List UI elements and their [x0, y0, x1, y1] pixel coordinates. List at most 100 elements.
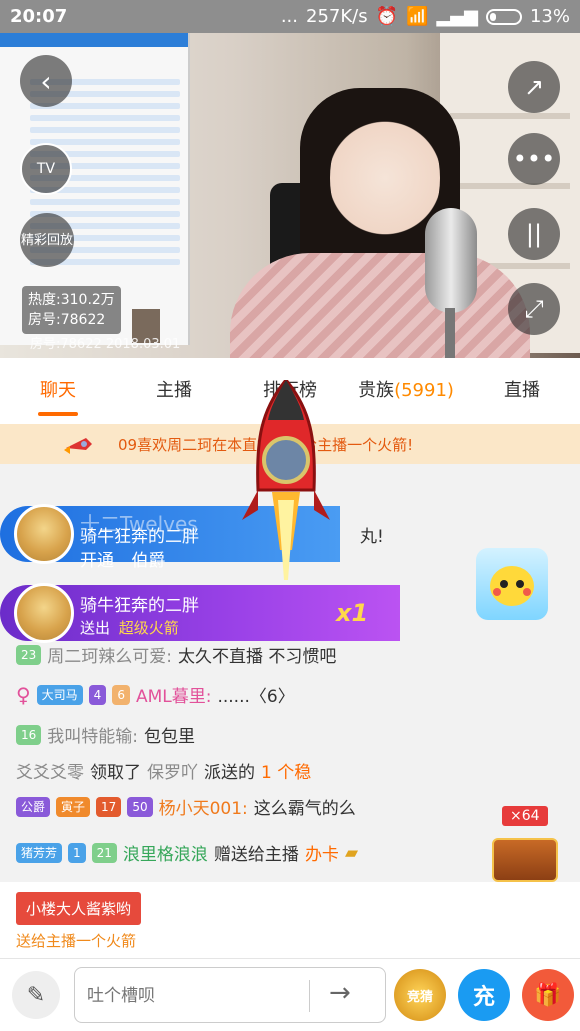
chat-message: 猪芳芳 1 21 浪里格浪浪 赠送给主播 办卡 ▰	[16, 840, 358, 865]
input-divider	[309, 980, 310, 1012]
chat-user[interactable]: 浪里格浪浪	[123, 840, 208, 865]
more-button[interactable]: •••	[508, 133, 560, 185]
replay-button[interactable]: 精彩回放	[20, 213, 74, 267]
battery-percent: 13%	[529, 6, 570, 27]
chat-user[interactable]: AML暮里:	[136, 682, 212, 707]
chat-input[interactable]	[87, 982, 307, 1010]
status-dots: ...	[280, 6, 298, 27]
microphone-stand	[445, 308, 455, 358]
fan-badge: 寅子	[56, 796, 91, 817]
recharge-label: 充	[472, 985, 495, 1010]
chat-message: 23 周二珂辣么可爱: 太久不直播 不习惯吧	[16, 642, 336, 667]
avatar	[14, 504, 74, 564]
tab-chat-label: 聊天	[40, 380, 76, 401]
rank-badge: 17	[96, 796, 122, 817]
fullscreen-button[interactable]: ⤢	[508, 283, 560, 335]
video-player[interactable]: ‹ TV 精彩回放 热度:310.2万 房号:78622 房号:78622 20…	[0, 33, 580, 358]
back-button[interactable]: ‹	[20, 55, 72, 107]
tab-anchor[interactable]: 主播	[116, 358, 232, 424]
tab-live-label: 直播	[504, 380, 540, 401]
chat-gift: 办卡	[304, 845, 339, 865]
send-icon[interactable]: →	[329, 978, 351, 1008]
rocket-banner[interactable]: 骑牛狂奔的二胖 送出 超级火箭 x1	[0, 583, 400, 643]
banner-action-verb: 开通	[80, 551, 114, 571]
banner-action-verb: 送出	[80, 619, 111, 637]
network-speed: 257K/s	[306, 6, 368, 27]
tab-nobility-label: 贵族	[358, 380, 395, 401]
chat-message: 公爵 寅子 17 50 杨小天001: 这么霸气的么	[16, 794, 356, 819]
card-icon: ▰	[344, 842, 359, 863]
level-badge: 23	[16, 644, 42, 665]
chat-text: 包包里	[144, 727, 196, 747]
duke-badge: 公爵	[16, 796, 51, 817]
gift-icon[interactable]: 🎁	[522, 969, 574, 1021]
level-badge: 50	[127, 796, 153, 817]
pikachu-sticker[interactable]	[476, 548, 548, 620]
streamer-face	[330, 103, 440, 253]
tab-anchor-label: 主播	[156, 380, 192, 401]
pause-button[interactable]: ||	[508, 208, 560, 260]
gift-notice-text: 送给主播一个火箭	[16, 932, 137, 950]
chat-message: ♀ 大司马 4 6 AML暮里: ......〈6〉	[16, 682, 295, 708]
level-badge: 6	[112, 684, 130, 705]
level-badge: 16	[16, 724, 42, 745]
status-time: 20:07	[10, 6, 68, 27]
level-badge: 21	[91, 842, 117, 863]
chat-text-2: 派送的	[204, 763, 255, 783]
chat-text: 领取了	[90, 763, 141, 783]
noble-badge: 大司马	[36, 684, 83, 705]
chat-user[interactable]: 杨小天001:	[159, 794, 248, 819]
gift-sender-tag[interactable]: 小楼大人酱紫哟	[16, 892, 142, 925]
chat-user-2[interactable]: 保罗吖	[147, 758, 198, 783]
chat-user[interactable]: 爻爻爻零	[16, 758, 84, 783]
chat-gift: 1 个稳	[261, 763, 312, 783]
avatar	[14, 583, 74, 643]
fan-badge: 猪芳芳	[16, 842, 63, 863]
signal-icon: ▂▄▆	[436, 6, 478, 27]
rocket-animation-icon	[242, 380, 330, 580]
microphone	[425, 208, 477, 313]
tv-button[interactable]: TV	[20, 143, 72, 195]
chat-text: ......〈6〉	[217, 687, 295, 707]
quiz-label: 竞猜	[406, 989, 433, 1005]
wifi-icon: 📶	[406, 6, 429, 27]
tab-live[interactable]: 直播	[464, 358, 580, 424]
banner-user: 骑牛狂奔的二胖	[80, 596, 199, 616]
stream-info: 热度:310.2万 房号:78622	[22, 286, 121, 334]
female-icon: ♀	[16, 682, 31, 707]
replay-label: 精彩回放	[20, 232, 73, 248]
room-label: 房号:78622	[28, 312, 106, 328]
bottom-bar: ✎ → 竞猜 充 🎁	[0, 958, 580, 1031]
banner-action: 开通 伯爵	[80, 546, 165, 571]
chat-user[interactable]: 周二珂辣么可爱:	[47, 642, 172, 667]
banner-action-title: 伯爵	[131, 551, 166, 571]
tv-label: TV	[36, 161, 56, 177]
rocket-icon	[64, 438, 92, 454]
gift-multiplier-badge: ×64	[502, 806, 548, 826]
heat-label: 热度:310.2万	[28, 292, 115, 308]
banner-multiplier: x1	[336, 599, 369, 627]
rank-badge: 4	[88, 684, 107, 705]
battery-icon	[485, 8, 522, 25]
treasure-chest-icon[interactable]	[492, 838, 558, 882]
danmaku-toggle-icon[interactable]: ✎	[12, 971, 60, 1019]
status-bar: 20:07 ... 257K/s ⏰ 📶 ▂▄▆ 13%	[0, 0, 580, 33]
status-right: ... 257K/s ⏰ 📶 ▂▄▆ 13%	[281, 6, 570, 27]
banner-action: 送出 超级火箭	[80, 617, 179, 638]
chat-text: 赠送给主播	[213, 845, 299, 865]
recharge-button[interactable]: 充	[458, 969, 510, 1021]
video-watermark: 房号:78622 2018.03.01	[30, 337, 181, 352]
streamer-body	[230, 253, 530, 358]
banner-extra-text: 丸!	[360, 527, 384, 547]
chat-text: 这么霸气的么	[253, 799, 356, 819]
quiz-button[interactable]: 竞猜	[394, 969, 446, 1021]
rank-badge: 1	[68, 842, 86, 863]
tab-nobility-count: (5991)	[394, 380, 454, 401]
chat-text: 太久不直播 不习惯吧	[178, 647, 337, 667]
chat-input-box[interactable]: →	[74, 967, 386, 1023]
tab-chat[interactable]: 聊天	[0, 358, 116, 424]
gift-notice: 小楼大人酱紫哟 送给主播一个火箭	[0, 882, 580, 958]
share-button[interactable]: ↗	[508, 61, 560, 113]
chat-user[interactable]: 我叫特能输:	[47, 722, 138, 747]
tab-nobility[interactable]: 贵族(5991)	[348, 358, 464, 424]
